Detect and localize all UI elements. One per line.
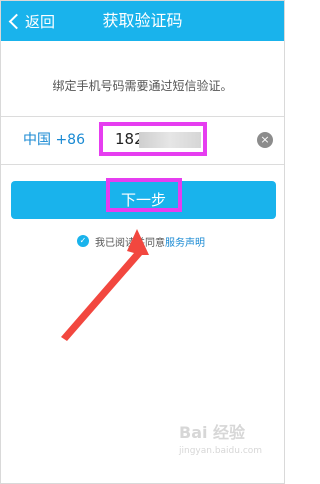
check-icon[interactable]: ✓ <box>77 235 89 247</box>
content-area: 绑定手机号码需要通过短信验证。 中国 +86 182 × 下一步 ✓ 我已阅读并… <box>1 41 284 483</box>
blurred-phone-digits <box>139 132 201 148</box>
agreement-prefix: 我已阅读并同意 <box>95 237 165 249</box>
country-code-selector[interactable]: 中国 +86 <box>23 117 85 164</box>
baidu-watermark: Bai 经验 jingyan.baidu.com <box>179 423 263 456</box>
next-step-button[interactable]: 下一步 <box>11 178 276 219</box>
phone-input-row: 中国 +86 182 × <box>1 116 284 165</box>
phone-number-field[interactable]: 182 <box>99 122 207 156</box>
screen-frame: 返回 获取验证码 绑定手机号码需要通过短信验证。 中国 +86 182 × 下一… <box>0 0 285 484</box>
instruction-text: 绑定手机号码需要通过短信验证。 <box>52 79 233 93</box>
next-step-label: 下一步 <box>120 191 166 209</box>
page-title: 获取验证码 <box>102 11 183 30</box>
service-statement-link[interactable]: 服务声明 <box>165 234 205 249</box>
top-bar: 返回 获取验证码 <box>1 1 284 41</box>
agreement-row: ✓ 我已阅读并同意 服务声明 <box>77 233 205 249</box>
clear-icon[interactable]: × <box>257 132 273 148</box>
